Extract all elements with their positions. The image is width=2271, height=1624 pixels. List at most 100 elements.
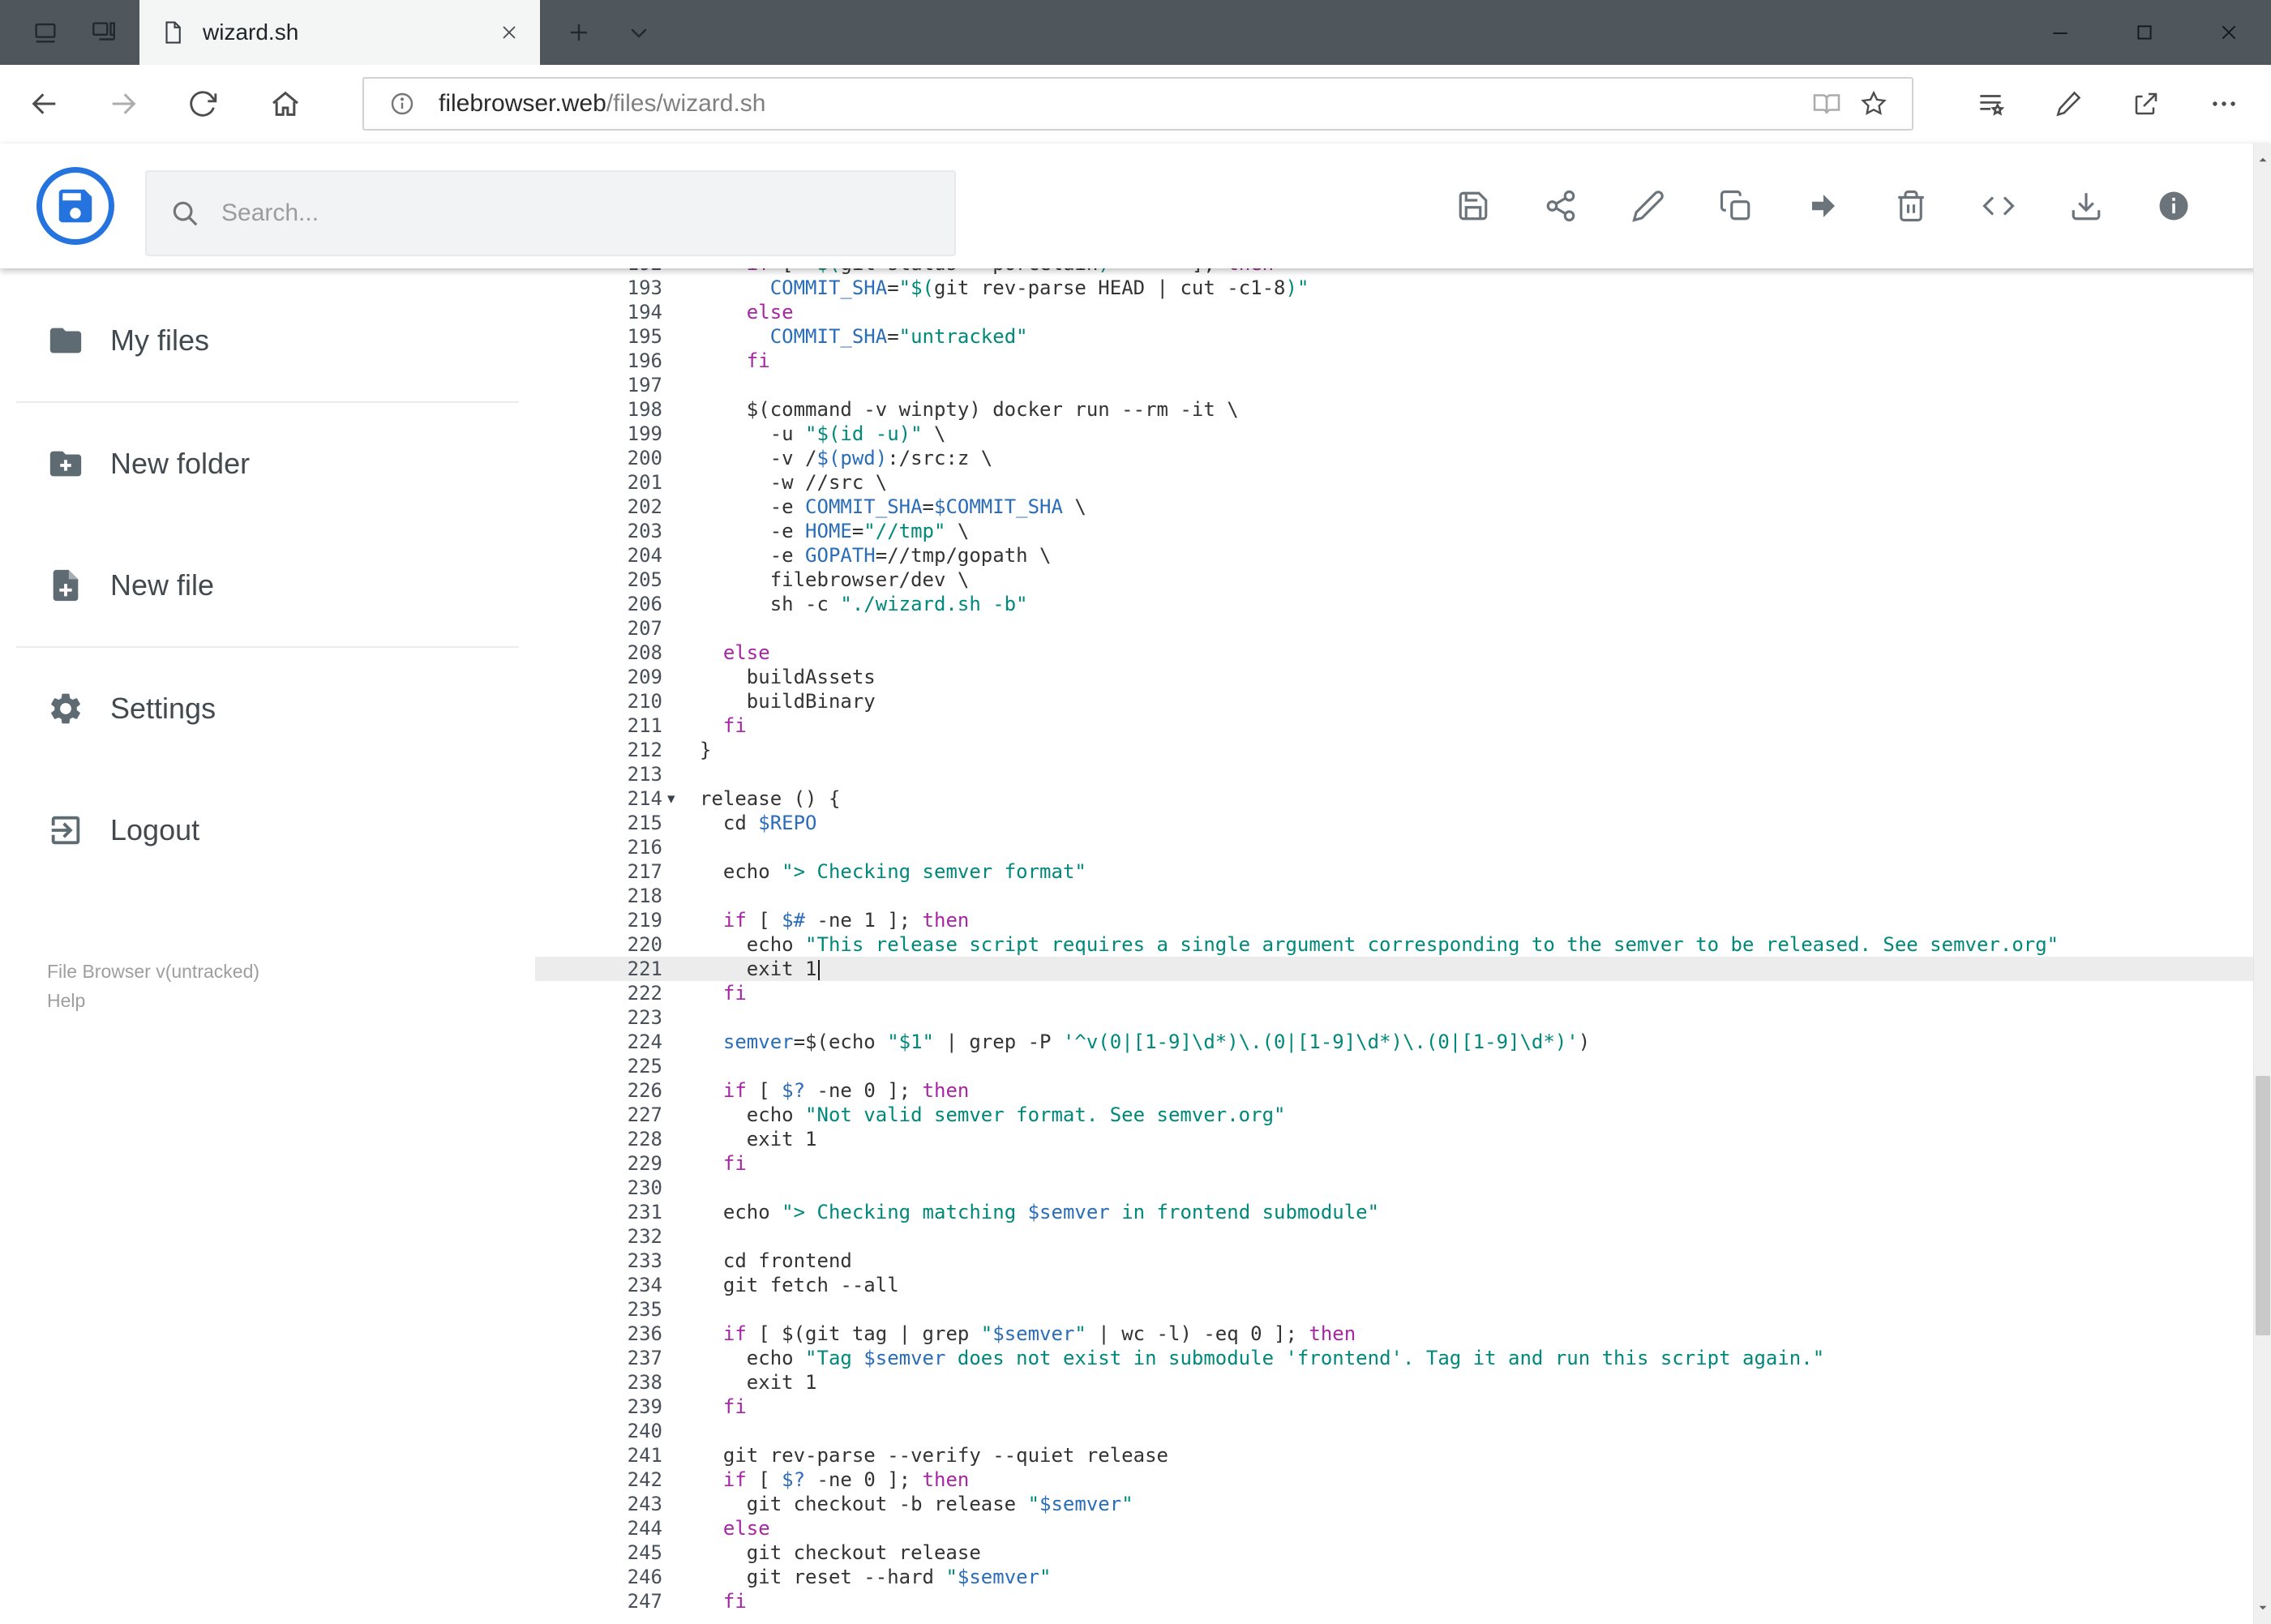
save-button[interactable] bbox=[1429, 162, 1517, 250]
code-line[interactable]: 204 -e GOPATH=//tmp/gopath \ bbox=[535, 543, 2253, 568]
move-button[interactable] bbox=[1780, 162, 1867, 250]
code-line[interactable]: 246 git reset --hard "$semver" bbox=[535, 1565, 2253, 1589]
scroll-up-button[interactable] bbox=[2254, 144, 2271, 176]
code-line[interactable]: 216 bbox=[535, 835, 2253, 859]
code-line[interactable]: 234 git fetch --all bbox=[535, 1273, 2253, 1297]
url-field[interactable]: filebrowser.web/files/wizard.sh bbox=[362, 77, 1913, 131]
code-line[interactable]: 231 echo "> Checking matching $semver in… bbox=[535, 1200, 2253, 1224]
sidebar-item-new-file[interactable]: New file bbox=[0, 525, 535, 646]
code-line[interactable]: 224 semver=$(echo "$1" | grep -P '^v(0|[… bbox=[535, 1030, 2253, 1054]
scrollbar-thumb[interactable] bbox=[2256, 1076, 2270, 1335]
code-line[interactable]: 215 cd $REPO bbox=[535, 811, 2253, 835]
code-line[interactable]: 233 cd frontend bbox=[535, 1249, 2253, 1273]
code-line[interactable]: 212} bbox=[535, 738, 2253, 762]
code-line[interactable]: 227 echo "Not valid semver format. See s… bbox=[535, 1103, 2253, 1127]
code-line[interactable]: 199 -u "$(id -u)" \ bbox=[535, 422, 2253, 446]
sidebar-item-my-files[interactable]: My files bbox=[0, 280, 535, 401]
close-tab-icon[interactable] bbox=[499, 23, 519, 42]
code-line[interactable]: 211 fi bbox=[535, 713, 2253, 738]
code-line[interactable]: 244 else bbox=[535, 1516, 2253, 1540]
code-line[interactable]: 221 exit 1 bbox=[535, 957, 2253, 981]
share-button-browser[interactable] bbox=[2107, 71, 2185, 136]
code-line[interactable]: 209 buildAssets bbox=[535, 665, 2253, 689]
home-button[interactable] bbox=[253, 71, 318, 136]
site-info-icon[interactable] bbox=[379, 80, 426, 127]
code-line[interactable]: 195 COMMIT_SHA="untracked" bbox=[535, 324, 2253, 349]
code-line[interactable]: 242 if [ $? -ne 0 ]; then bbox=[535, 1468, 2253, 1492]
code-line[interactable]: 236 if [ $(git tag | grep "$semver" | wc… bbox=[535, 1322, 2253, 1346]
code-line[interactable]: 225 bbox=[535, 1054, 2253, 1078]
code-line[interactable]: 237 echo "Tag $semver does not exist in … bbox=[535, 1346, 2253, 1370]
code-line[interactable]: 200 -v /$(pwd):/src:z \ bbox=[535, 446, 2253, 470]
copy-button[interactable] bbox=[1692, 162, 1780, 250]
help-link[interactable]: Help bbox=[47, 986, 259, 1015]
code-line[interactable]: 235 bbox=[535, 1297, 2253, 1322]
code-line[interactable]: 217 echo "> Checking semver format" bbox=[535, 859, 2253, 884]
raw-code-button[interactable] bbox=[1955, 162, 2042, 250]
share-button[interactable] bbox=[1517, 162, 1605, 250]
refresh-button[interactable] bbox=[170, 71, 235, 136]
code-line[interactable]: 232 bbox=[535, 1224, 2253, 1249]
info-button[interactable] bbox=[2130, 162, 2217, 250]
code-line[interactable]: 229 fi bbox=[535, 1151, 2253, 1176]
close-window-button[interactable] bbox=[2187, 0, 2271, 65]
delete-button[interactable] bbox=[1867, 162, 1955, 250]
code-line[interactable]: 203 -e HOME="//tmp" \ bbox=[535, 519, 2253, 543]
ink-button[interactable] bbox=[2029, 71, 2107, 136]
code-line[interactable]: 230 bbox=[535, 1176, 2253, 1200]
code-line[interactable]: 228 exit 1 bbox=[535, 1127, 2253, 1151]
code-line[interactable]: 226 if [ $? -ne 0 ]; then bbox=[535, 1078, 2253, 1103]
code-line[interactable]: 207 bbox=[535, 616, 2253, 641]
browser-tab-wizard-sh[interactable]: wizard.sh bbox=[139, 0, 540, 65]
code-line[interactable]: 198 $(command -v winpty) docker run --rm… bbox=[535, 397, 2253, 422]
code-editor[interactable]: 192 if [ "$(git status --porcelain)" = "… bbox=[535, 268, 2253, 1624]
code-line[interactable]: 247 fi bbox=[535, 1589, 2253, 1613]
minimize-button[interactable] bbox=[2018, 0, 2102, 65]
code-line[interactable]: 239 fi bbox=[535, 1395, 2253, 1419]
code-line[interactable]: 205 filebrowser/dev \ bbox=[535, 568, 2253, 592]
add-favorite-button[interactable] bbox=[1850, 80, 1897, 127]
more-button[interactable] bbox=[2185, 71, 2263, 136]
code-line[interactable]: 220 echo "This release script requires a… bbox=[535, 932, 2253, 957]
show-tab-previews-button[interactable] bbox=[610, 0, 668, 65]
new-tab-button[interactable] bbox=[550, 0, 608, 65]
download-button[interactable] bbox=[2042, 162, 2130, 250]
code-line[interactable]: 213 bbox=[535, 762, 2253, 786]
scroll-down-button[interactable] bbox=[2254, 1592, 2271, 1624]
code-line[interactable]: 223 bbox=[535, 1005, 2253, 1030]
set-tabs-aside-button[interactable] bbox=[16, 0, 75, 65]
code-line[interactable]: 197 bbox=[535, 373, 2253, 397]
sidebar-item-new-folder[interactable]: New folder bbox=[0, 403, 535, 525]
code-line[interactable]: 218 bbox=[535, 884, 2253, 908]
code-line[interactable]: 208 else bbox=[535, 641, 2253, 665]
sidebar-item-settings[interactable]: Settings bbox=[0, 648, 535, 769]
edit-button[interactable] bbox=[1605, 162, 1692, 250]
code-line[interactable]: 219 if [ $# -ne 1 ]; then bbox=[535, 908, 2253, 932]
code-line[interactable]: 243 git checkout -b release "$semver" bbox=[535, 1492, 2253, 1516]
code-line[interactable]: 214 ▾ release () { bbox=[535, 786, 2253, 811]
hub-button[interactable] bbox=[1952, 71, 2029, 136]
code-line[interactable]: 201 -w //src \ bbox=[535, 470, 2253, 495]
back-button[interactable] bbox=[12, 71, 77, 136]
forward-button[interactable] bbox=[91, 71, 156, 136]
code-line[interactable]: 202 -e COMMIT_SHA=$COMMIT_SHA \ bbox=[535, 495, 2253, 519]
code-line[interactable]: 206 sh -c "./wizard.sh -b" bbox=[535, 592, 2253, 616]
code-line[interactable]: 238 exit 1 bbox=[535, 1370, 2253, 1395]
page-scrollbar[interactable] bbox=[2253, 144, 2271, 1624]
tabs-preview-button[interactable] bbox=[75, 0, 133, 65]
sidebar-item-logout[interactable]: Logout bbox=[0, 769, 535, 891]
maximize-button[interactable] bbox=[2102, 0, 2187, 65]
code-line[interactable]: 222 fi bbox=[535, 981, 2253, 1005]
code-line[interactable]: 194 else bbox=[535, 300, 2253, 324]
search-box[interactable] bbox=[145, 170, 956, 256]
code-line[interactable]: 193 COMMIT_SHA="$(git rev-parse HEAD | c… bbox=[535, 276, 2253, 300]
code-line[interactable]: 210 buildBinary bbox=[535, 689, 2253, 713]
code-line[interactable]: 245 git checkout release bbox=[535, 1540, 2253, 1565]
reading-view-button[interactable] bbox=[1803, 80, 1850, 127]
scroll-down-icon bbox=[2259, 1605, 2267, 1610]
code-line[interactable]: 240 bbox=[535, 1419, 2253, 1443]
code-line[interactable]: 192 if [ "$(git status --porcelain)" = "… bbox=[535, 268, 2253, 276]
search-input[interactable] bbox=[221, 199, 932, 227]
code-line[interactable]: 241 git rev-parse --verify --quiet relea… bbox=[535, 1443, 2253, 1468]
code-line[interactable]: 196 fi bbox=[535, 349, 2253, 373]
